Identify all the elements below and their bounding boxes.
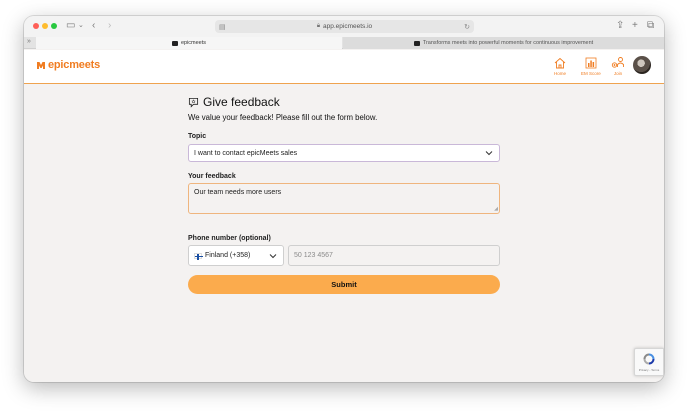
nav-label: EM Score [581,71,601,76]
nav-label: Home [553,71,566,76]
feedback-label: Your feedback [188,173,236,180]
phone-input[interactable]: 50 123 4567 [288,245,500,266]
nav-em-score[interactable]: EM Score [581,56,601,76]
favicon-icon [413,40,420,46]
minimize-window-button[interactable] [42,23,48,29]
finland-flag-icon [194,252,203,260]
feedback-textarea[interactable]: Our team needs more users ◢ [188,183,500,214]
chevron-down-icon [269,254,277,259]
home-icon [554,57,566,69]
phone-label: Phone number (optional) [188,235,271,242]
feedback-text: Our team needs more users [194,189,282,196]
bar-chart-icon [585,57,597,69]
nav-label: Join [613,71,623,76]
address-text: app.epicmeets.io [323,23,373,30]
browser-toolbar: ▭ ⌄ ‹ › ▤ 🔒︎ app.epicmeets.io ↻ ⇪ + ⧉ [24,16,664,37]
join-icon [611,57,624,68]
tab-label: Transforms meets into powerful moments f… [422,40,594,46]
tab-scroll-icon[interactable]: » [27,38,31,45]
topic-select[interactable]: I want to contact epicMeets sales [188,144,500,162]
reader-icon[interactable]: ▤ [219,23,226,31]
avatar[interactable] [633,56,651,74]
logo[interactable]: epicmeets [36,59,100,71]
feedback-form: Give feedback We value your feedback! Pl… [188,94,500,294]
tab-label: epicmeets [180,40,207,46]
close-window-button[interactable] [33,23,39,29]
reload-icon[interactable]: ↻ [464,23,470,31]
country-code-value: Finland (+358) [205,252,251,259]
browser-window: ▭ ⌄ ‹ › ▤ 🔒︎ app.epicmeets.io ↻ ⇪ + ⧉ » … [24,16,664,382]
tab-epicmeets[interactable]: epicmeets [36,37,342,49]
chevron-down-icon [485,151,493,156]
favicon-icon [171,40,178,46]
sidebar-toggle-icon[interactable]: ▭ [66,19,75,33]
zoom-window-button[interactable] [51,23,57,29]
logo-text: epicmeets [48,59,101,71]
share-icon[interactable]: ⇪ [616,19,624,33]
address-bar[interactable]: ▤ 🔒︎ app.epicmeets.io ↻ [215,20,474,33]
chevron-down-icon[interactable]: ⌄ [78,19,84,33]
topic-label: Topic [188,133,207,140]
recaptcha-links[interactable]: Privacy - Terms [639,368,660,372]
epicmeets-logo-icon [37,62,45,69]
nav-home[interactable]: Home [553,56,567,76]
country-code-select[interactable]: Finland (+358) [188,245,284,266]
back-icon[interactable]: ‹ [92,19,95,33]
tab-overview-icon[interactable]: ⧉ [647,19,654,33]
main-content: Give feedback We value your feedback! Pl… [24,84,664,382]
tab-bar: » epicmeets Transforms meets into powerf… [24,37,664,49]
submit-button[interactable]: Submit [188,275,500,294]
phone-placeholder: 50 123 4567 [294,252,333,259]
topic-select-value: I want to contact epicMeets sales [194,149,298,157]
recaptcha-badge[interactable]: Privacy - Terms [634,348,664,376]
recaptcha-icon [643,353,655,365]
nav-join[interactable]: Join [611,56,625,76]
resize-handle-icon[interactable]: ◢ [494,206,498,212]
page-title: Give feedback [188,94,500,110]
page-title-text: Give feedback [203,95,280,109]
forward-icon[interactable]: › [108,19,111,33]
app-header: epicmeets Home EM Score Join [24,50,664,84]
feedback-icon [188,97,199,108]
new-tab-icon[interactable]: + [632,19,638,33]
page-subtitle: We value your feedback! Please fill out … [188,113,378,122]
lock-icon: 🔒︎ [316,23,321,29]
tab-transforms[interactable]: Transforms meets into powerful moments f… [343,37,664,49]
